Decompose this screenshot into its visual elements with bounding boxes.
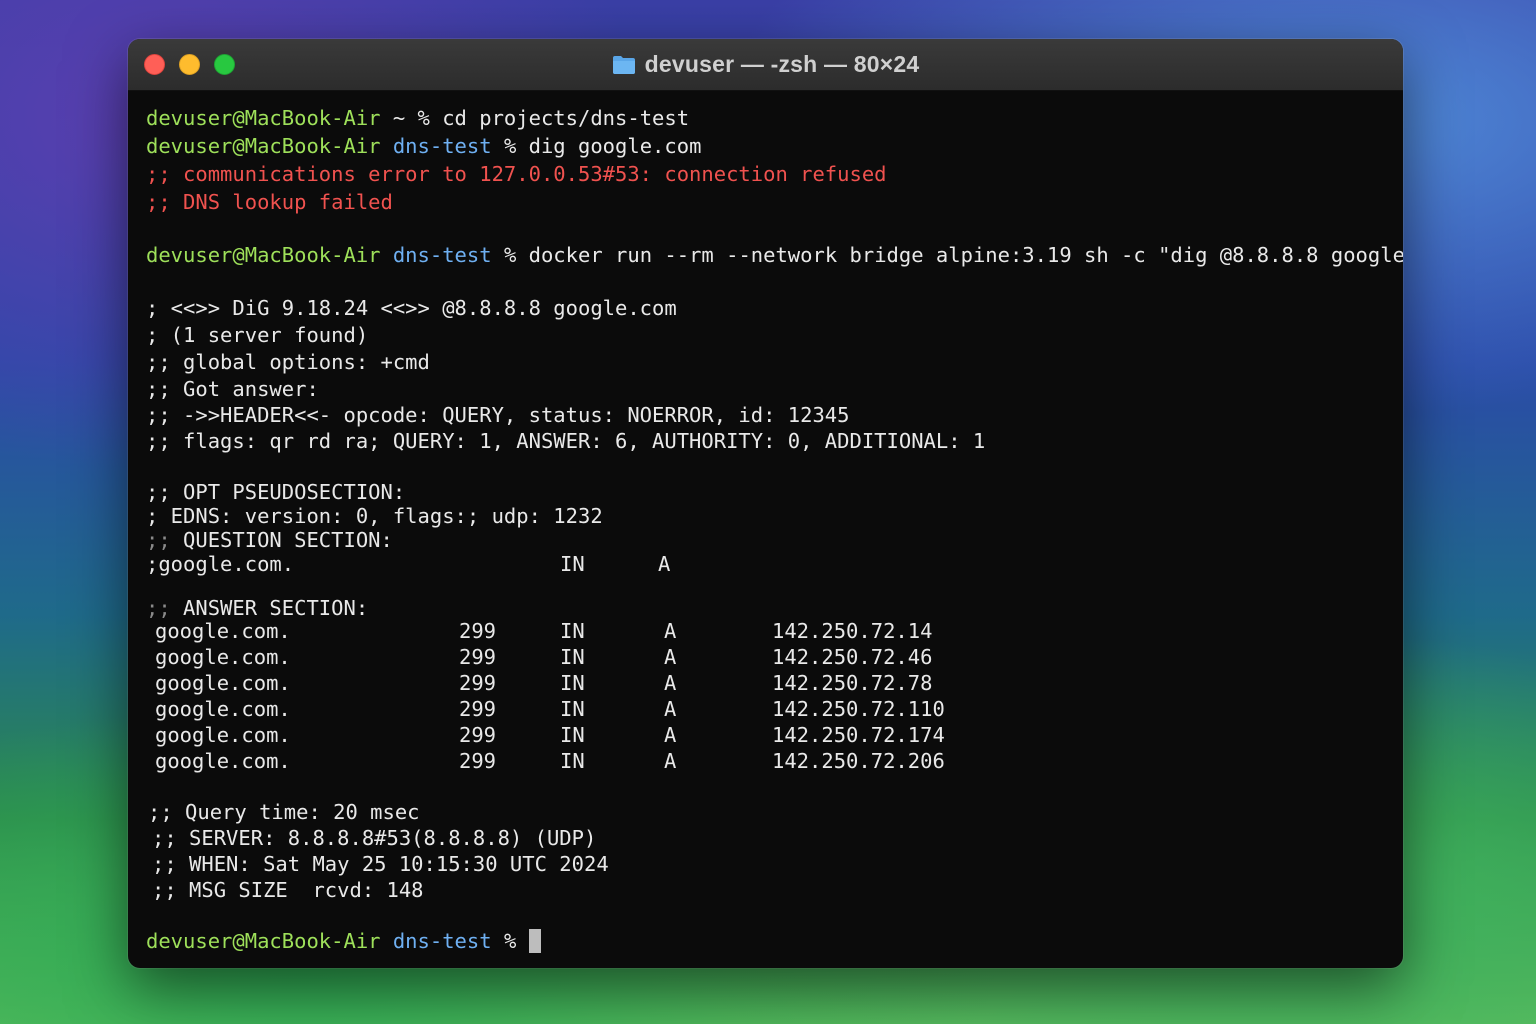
opt-section-heading: ;; OPT PSEUDOSECTION:	[146, 480, 406, 504]
prompt-user: devuser@MacBook-Air	[146, 929, 381, 953]
record-class: IN	[560, 723, 585, 747]
title-bar[interactable]: devuser — -zsh — 80×24	[128, 39, 1403, 91]
answer-record: google.com. 299 IN A 142.250.72.110	[146, 696, 1046, 722]
prompt-line: devuser@MacBook-Air dns-test % dig googl…	[146, 133, 701, 159]
answer-record: google.com. 299 IN A 142.250.72.78	[146, 670, 1046, 696]
record-ttl: 299	[459, 723, 497, 747]
dig-header-line: ;; ->>HEADER<<- opcode: QUERY, status: N…	[146, 403, 850, 427]
record-name: google.com.	[155, 723, 291, 747]
record-class: IN	[560, 619, 585, 643]
record-name: google.com.	[155, 619, 291, 643]
stats-line: ;; SERVER: 8.8.8.8#53(8.8.8.8) (UDP)	[152, 826, 597, 850]
record-name: google.com.	[155, 645, 291, 669]
record-class: IN	[560, 671, 585, 695]
window-title: devuser — -zsh — 80×24	[644, 51, 920, 77]
record-type: A	[664, 645, 677, 669]
record-name: ;google.com.	[146, 552, 295, 576]
prompt-user: devuser@MacBook-Air	[146, 243, 381, 267]
question-section-heading: ;; QUESTION SECTION:	[146, 527, 393, 553]
prompt-line: devuser@MacBook-Air dns-test % docker ru…	[146, 242, 1403, 268]
record-ttl: 299	[459, 697, 497, 721]
section-title: ANSWER SECTION:	[183, 596, 369, 620]
prompt-symbol: %	[503, 243, 517, 267]
prompt-symbol: %	[417, 106, 430, 130]
answer-record: google.com. 299 IN A 142.250.72.14	[146, 618, 1046, 644]
terminal-window: devuser — -zsh — 80×24 devuser@MacBook-A…	[128, 39, 1403, 968]
record-class: IN	[560, 749, 585, 773]
section-prefix: ;;	[146, 596, 171, 620]
section-prefix: ;;	[146, 528, 171, 552]
error-line: ;; communications error to 127.0.0.53#53…	[146, 162, 887, 186]
record-address: 142.250.72.174	[772, 723, 945, 747]
prompt-user: devuser@MacBook-Air	[146, 134, 381, 158]
record-address: 142.250.72.206	[772, 749, 945, 773]
dig-header-line: ;; global options: +cmd	[146, 350, 430, 374]
record-address: 142.250.72.14	[772, 619, 933, 643]
record-address: 142.250.72.46	[772, 645, 933, 669]
stats-line: ;; Query time: 20 msec	[148, 800, 420, 824]
record-name: google.com.	[155, 671, 291, 695]
dig-header-line: ;; flags: qr rd ra; QUERY: 1, ANSWER: 6,…	[146, 429, 986, 453]
record-type: A	[664, 619, 677, 643]
record-type: A	[664, 671, 677, 695]
edns-line: ; EDNS: version: 0, flags:; udp: 1232	[146, 504, 603, 528]
command-text: docker run --rm --network bridge alpine:…	[528, 243, 1403, 267]
answer-record: google.com. 299 IN A 142.250.72.206	[146, 748, 1046, 774]
stats-line: ;; WHEN: Sat May 25 10:15:30 UTC 2024	[152, 852, 609, 876]
dig-header-line: ; (1 server found)	[146, 323, 369, 347]
dig-header-line: ;; Got answer:	[146, 377, 319, 401]
record-address: 142.250.72.78	[772, 671, 933, 695]
record-class: IN	[560, 552, 585, 576]
record-ttl: 299	[459, 671, 497, 695]
record-type: A	[658, 552, 671, 576]
prompt-dir: ~	[392, 106, 406, 130]
record-ttl: 299	[459, 645, 497, 669]
error-line: ;; DNS lookup failed	[146, 190, 393, 214]
command-text: cd projects/dns-test	[442, 106, 690, 130]
record-class: IN	[560, 645, 585, 669]
prompt-dir: dns-test	[392, 929, 492, 953]
record-class: IN	[560, 697, 585, 721]
window-title-area: devuser — -zsh — 80×24	[128, 39, 1403, 90]
text-cursor[interactable]	[528, 929, 541, 953]
section-title: QUESTION SECTION:	[183, 528, 393, 552]
answer-record: google.com. 299 IN A 142.250.72.46	[146, 644, 1046, 670]
record-name: google.com.	[155, 697, 291, 721]
record-ttl: 299	[459, 749, 497, 773]
prompt-dir: dns-test	[392, 134, 492, 158]
folder-icon	[612, 55, 635, 74]
dig-header-line: ; <<>> DiG 9.18.24 <<>> @8.8.8.8 google.…	[146, 296, 677, 320]
record-type: A	[664, 749, 677, 773]
prompt-line[interactable]: devuser@MacBook-Air dns-test %	[146, 928, 541, 954]
record-type: A	[664, 697, 677, 721]
prompt-symbol: %	[503, 929, 517, 953]
record-type: A	[664, 723, 677, 747]
command-text: dig google.com	[528, 134, 702, 158]
answer-record: google.com. 299 IN A 142.250.72.174	[146, 722, 1046, 748]
stats-line: ;; MSG SIZE rcvd: 148	[152, 878, 424, 902]
question-record: ;google.com. IN A	[146, 551, 846, 577]
terminal-output[interactable]: devuser@MacBook-Air ~ % cd projects/dns-…	[146, 105, 1403, 958]
prompt-dir: dns-test	[392, 243, 492, 267]
prompt-user: devuser@MacBook-Air	[146, 106, 381, 130]
record-ttl: 299	[459, 619, 497, 643]
prompt-symbol: %	[503, 134, 517, 158]
prompt-line: devuser@MacBook-Air ~ % cd projects/dns-…	[146, 105, 689, 131]
record-address: 142.250.72.110	[772, 697, 945, 721]
record-name: google.com.	[155, 749, 291, 773]
